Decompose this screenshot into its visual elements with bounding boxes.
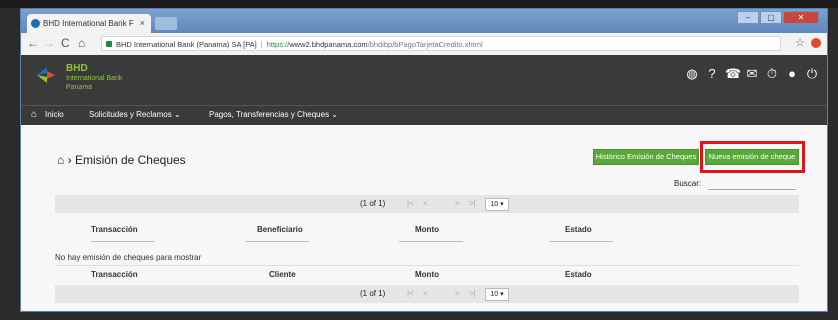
rows-per-page-select[interactable]: 10 ▾ [485, 198, 509, 211]
home-nav-icon[interactable]: ⌂ [31, 109, 37, 120]
filter-estado[interactable] [549, 241, 613, 242]
page-title: Emisión de Cheques [74, 153, 186, 167]
first-page-button-2[interactable]: |< [407, 289, 414, 298]
tab-title: BHD International Bank F [43, 19, 134, 28]
breadcrumb: ⌂ › Emisión de Cheques [57, 153, 186, 167]
top-strip [0, 0, 838, 8]
last-page-button[interactable]: >| [469, 199, 476, 208]
phone-icon[interactable]: ☎ [725, 67, 741, 81]
col-monto[interactable]: Monto [415, 225, 439, 234]
browser-tab[interactable]: BHD International Bank F × [27, 14, 151, 33]
next-page-button[interactable]: > [455, 199, 460, 208]
nav-item-inicio[interactable]: Inicio [45, 110, 64, 119]
first-page-button[interactable]: |< [407, 199, 414, 208]
col-beneficiario[interactable]: Beneficiario [257, 225, 303, 234]
url-separator: | [260, 40, 263, 49]
url-input[interactable]: BHD International Bank (Panama) SA [PA] |… [101, 36, 781, 51]
main-nav: ⌂ Inicio Solicitudes y Reclamos ⌄ Pagos,… [21, 105, 827, 126]
col-transaccion-2[interactable]: Transacción [91, 270, 138, 279]
search-label: Buscar: [674, 179, 702, 188]
maximize-button[interactable]: ▢ [760, 11, 782, 24]
browser-window: BHD International Bank F × – ▢ ✕ ← → C ⌂… [20, 8, 828, 312]
col-transaccion[interactable]: Transacción [91, 225, 138, 234]
bookmark-star-icon[interactable]: ☆ [795, 36, 805, 49]
home-button[interactable]: ⌂ [78, 36, 85, 50]
globe-icon[interactable]: ◍ [685, 67, 699, 81]
col-estado-2[interactable]: Estado [565, 270, 592, 279]
url-site: BHD International Bank (Panama) SA [PA] [116, 40, 257, 49]
empty-message: No hay emisión de cheques para mostrar [55, 253, 202, 262]
main-content: ⌂ › Emisión de Cheques Histórico Emisión… [21, 125, 827, 311]
window-controls: – ▢ ✕ [737, 11, 819, 24]
search-input[interactable] [708, 177, 796, 190]
minimize-button[interactable]: – [737, 11, 759, 24]
power-icon[interactable]: ⏻ [805, 67, 819, 81]
brand-name: BHD [66, 63, 88, 74]
help-icon[interactable]: ? [705, 67, 719, 81]
tab-close-icon[interactable]: × [140, 18, 145, 28]
brand-country: Panama [66, 84, 93, 91]
breadcrumb-home-icon[interactable]: ⌂ [57, 153, 64, 167]
rows-per-page-select-2[interactable]: 10 ▾ [485, 288, 509, 301]
breadcrumb-arrow-icon: › [67, 153, 72, 167]
url-path: /bhdibp/bPagoTarjetaCredito.xhtml [367, 40, 483, 49]
mail-icon[interactable]: ✉ [745, 67, 759, 81]
page-report: (1 of 1) [360, 199, 386, 208]
next-page-button-2[interactable]: > [455, 289, 460, 298]
filter-beneficiario[interactable] [245, 241, 309, 242]
address-bar: ← → C ⌂ BHD International Bank (Panama) … [21, 33, 827, 56]
extension-icon[interactable] [811, 38, 821, 48]
col-cliente[interactable]: Cliente [269, 270, 296, 279]
page-report-2: (1 of 1) [360, 289, 386, 298]
back-button[interactable]: ← [27, 36, 39, 50]
forward-button[interactable]: → [43, 36, 55, 50]
url-host: www2.bhdpanama.com [289, 40, 368, 49]
filter-transaccion[interactable] [91, 241, 155, 242]
prev-page-button-2[interactable]: < [423, 289, 428, 298]
last-page-button-2[interactable]: >| [469, 289, 476, 298]
tab-bar: BHD International Bank F × – ▢ ✕ [21, 9, 827, 33]
historic-cheques-button[interactable]: Histórico Emisión de Cheques [593, 149, 699, 165]
highlight-box [700, 141, 805, 173]
user-icon[interactable]: ● [785, 67, 799, 81]
url-scheme: https:// [266, 40, 290, 49]
timer-icon[interactable]: ⏱ [765, 67, 779, 81]
close-window-button[interactable]: ✕ [783, 11, 819, 24]
favicon-icon [31, 19, 40, 28]
col-estado[interactable]: Estado [565, 225, 592, 234]
lock-icon [106, 41, 112, 47]
brand-subtitle: International Bank [66, 75, 123, 82]
nav-item-pagos[interactable]: Pagos, Transferencias y Cheques ⌄ [209, 110, 338, 119]
prev-page-button[interactable]: < [423, 199, 428, 208]
nav-item-solicitudes[interactable]: Solicitudes y Reclamos ⌄ [89, 110, 181, 119]
filter-monto[interactable] [399, 241, 463, 242]
site-header: BHD International Bank Panama ◍ ? ☎ ✉ ⏱ … [21, 55, 827, 105]
col-monto-2[interactable]: Monto [415, 270, 439, 279]
paginator-top: (1 of 1) |< < > >| 10 ▾ [55, 195, 799, 213]
new-tab-button[interactable] [155, 17, 177, 30]
reload-button[interactable]: C [61, 36, 70, 50]
bhd-logo-icon[interactable] [35, 65, 57, 85]
paginator-bottom: (1 of 1) |< < > >| 10 ▾ [55, 285, 799, 303]
row-divider [55, 265, 799, 266]
header-icons: ◍ ? ☎ ✉ ⏱ ● ⏻ [685, 67, 819, 81]
